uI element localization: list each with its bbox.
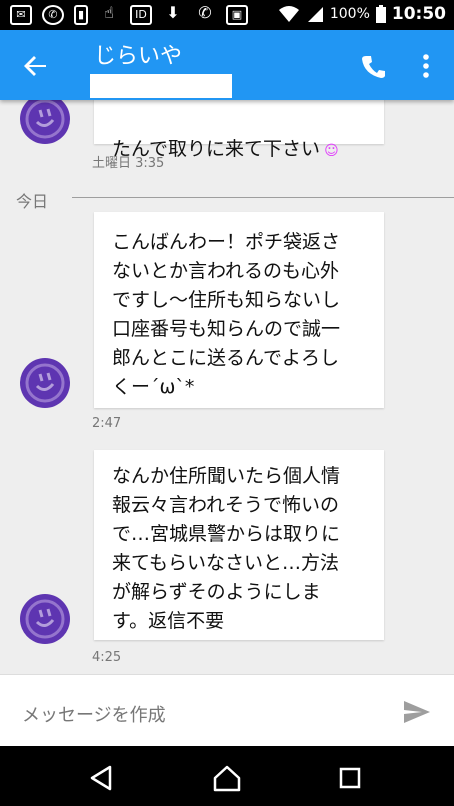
- phone-circle-icon: ✆: [42, 5, 64, 25]
- triangle-back-icon: [90, 765, 112, 791]
- message-bubble[interactable]: なんか住所聞いたら個人情 報云々言われそうで怖いの で…宮城県警からは取りに 来…: [94, 450, 384, 640]
- message-bubble[interactable]: こんばんわー！ポチ袋返さ ないとか言われるのも心外 ですし〜住所も知らないし 口…: [94, 212, 384, 408]
- day-separator-line: [72, 197, 454, 198]
- mail-icon: ✉: [10, 5, 32, 25]
- more-options-button[interactable]: [420, 52, 432, 80]
- back-button[interactable]: [20, 50, 52, 82]
- message-list[interactable]: たんで取りに来て下さい ☺ 土曜日 3:35 今日 こんばんわー！ポチ袋返さ ない…: [0, 100, 454, 674]
- message-text: こんばんわー！ポチ袋返さ ないとか言われるのも心外 ですし〜住所も知らないし 口…: [112, 231, 341, 398]
- missed-call-icon: ✆: [198, 3, 212, 22]
- nav-recents-button[interactable]: [336, 764, 364, 792]
- notification-icons: ✉ ✆ ▮ ☝ ID ⬇ ✆ ▣: [10, 5, 248, 25]
- call-button[interactable]: [360, 52, 388, 80]
- message-text: なんか住所聞いたら個人情 報云々言われそうで怖いの で…宮城県警からは取りに 来…: [112, 465, 341, 632]
- contact-avatar[interactable]: [20, 594, 70, 644]
- nav-back-button[interactable]: [88, 764, 116, 792]
- smile-emoji-icon: ☺: [324, 143, 339, 159]
- smiley-icon: [25, 599, 65, 639]
- contact-name: じらいや: [94, 44, 183, 69]
- send-icon: [404, 701, 430, 723]
- status-bar: ✉ ✆ ▮ ☝ ID ⬇ ✆ ▣ 100% 10:50: [0, 0, 454, 30]
- smiley-icon: [25, 100, 65, 139]
- signal-icon: [307, 7, 323, 22]
- home-icon: [213, 765, 241, 792]
- message-timestamp: 2:47: [92, 416, 122, 431]
- sim-icon: ▮: [74, 5, 88, 25]
- recents-icon: [339, 767, 361, 789]
- clock: 10:50: [391, 4, 446, 24]
- download-icon: ⬇: [166, 3, 180, 22]
- message-timestamp: 土曜日 3:35: [92, 156, 165, 171]
- system-status: 100% 10:50: [278, 4, 446, 24]
- message-timestamp: 4:25: [92, 650, 122, 665]
- nav-home-button[interactable]: [213, 764, 241, 792]
- battery-icon: [375, 5, 386, 23]
- image-icon: ▣: [226, 5, 248, 25]
- back-arrow-icon: [24, 56, 46, 76]
- phone-icon: [362, 56, 385, 78]
- smiley-icon: [25, 363, 65, 403]
- send-button[interactable]: [402, 699, 432, 725]
- message-bubble[interactable]: たんで取りに来て下さい ☺: [94, 100, 384, 160]
- day-separator: 今日: [16, 192, 49, 211]
- contact-number-redacted: [90, 74, 232, 98]
- contact-avatar[interactable]: [20, 100, 70, 144]
- conversation-header: じらいや: [0, 30, 454, 100]
- battery-percent: 100%: [329, 6, 370, 22]
- navigation-bar: [0, 746, 454, 806]
- wifi-icon: [278, 6, 299, 22]
- id-icon: ID: [130, 5, 152, 25]
- hand-icon: ☝: [104, 3, 114, 22]
- message-composer: メッセージを作成: [0, 674, 454, 747]
- more-vert-icon: [423, 54, 429, 78]
- contact-avatar[interactable]: [20, 358, 70, 408]
- message-input[interactable]: メッセージを作成: [22, 701, 166, 727]
